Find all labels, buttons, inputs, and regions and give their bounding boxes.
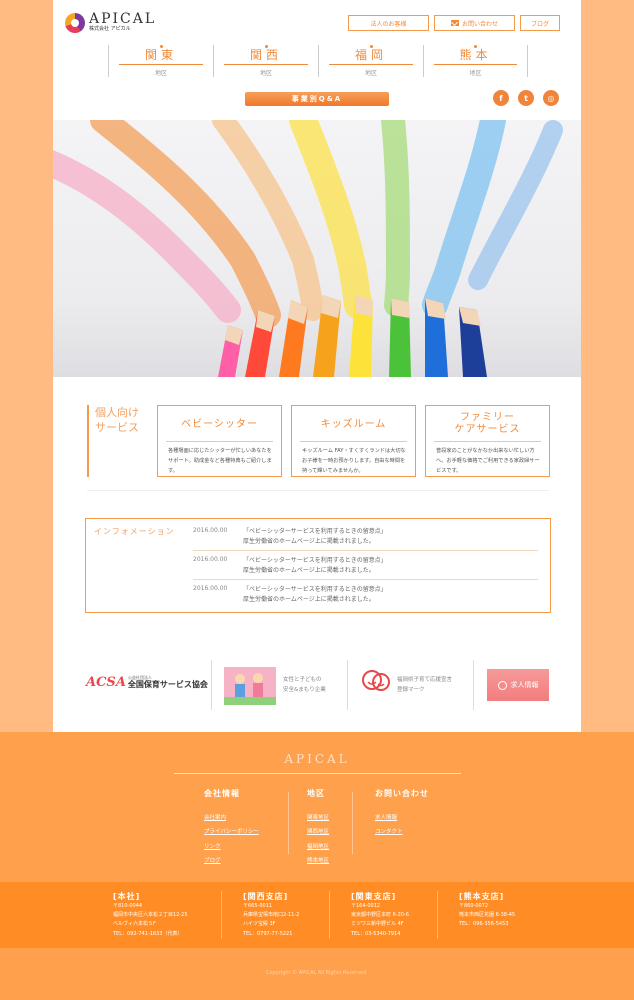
acsa-banner[interactable]: ACSA 公益社団法人 全国保育サービス協会 bbox=[86, 675, 208, 690]
info-item[interactable]: 2016.00.00 「ベビーシッターサービスを利用するときの留意点」 厚生労働… bbox=[193, 524, 538, 551]
fukuoka-smile-icon[interactable] bbox=[361, 667, 391, 697]
region-dot-icon bbox=[264, 45, 268, 48]
footer-link[interactable]: 関東地区 bbox=[307, 811, 329, 825]
service-card-kidsroom[interactable]: キッズルーム キッズルーム FAY・すくすくランドは大切なお子様を一時お預かりし… bbox=[291, 405, 416, 477]
main-page: APICAL 株式会社 アピカル 法人のお客様 お問い合わせ ブログ 関東 地区… bbox=[53, 0, 581, 732]
footer-link[interactable]: 関西地区 bbox=[307, 825, 329, 839]
footer-heading: 会社情報 bbox=[204, 789, 240, 798]
footer-link[interactable]: 福岡地区 bbox=[307, 840, 329, 854]
recruit-button[interactable]: 求人情報 bbox=[487, 669, 549, 701]
info-date: 2016.00.00 bbox=[193, 585, 228, 592]
service-description: キッズルーム FAY・すくすくランドは大切なお子様を一時お預かりします。自由な時… bbox=[302, 448, 406, 474]
info-date: 2016.00.00 bbox=[193, 527, 228, 534]
partner-banners: ACSA 公益社団法人 全国保育サービス協会 女性と子どもの 安全&まもり企業 福… bbox=[53, 655, 581, 715]
top-links: 法人のお客様 お問い合わせ ブログ bbox=[348, 15, 560, 31]
service-name: ベビーシッター bbox=[181, 419, 258, 430]
info-text: 「ベビーシッターサービスを利用するときの留意点」 厚生労働省のホームページ上に掲… bbox=[243, 586, 387, 603]
footer-link[interactable]: 会社案内 bbox=[204, 811, 259, 825]
footer-link[interactable]: リンク bbox=[204, 840, 259, 854]
service-name: キッズルーム bbox=[320, 419, 387, 430]
acsa-name: 全国保育サービス協会 bbox=[127, 680, 208, 689]
footer-link[interactable]: 求人情報 bbox=[375, 811, 429, 825]
corporate-link[interactable]: 法人のお客様 bbox=[348, 15, 429, 31]
region-dot-icon bbox=[474, 45, 477, 48]
footer-column-company: 会社情報 会社案内 プライバシーポリシー リンク ブログ bbox=[204, 788, 259, 868]
region-kansai[interactable]: 関西 地区 bbox=[213, 45, 318, 77]
kids-safety-image[interactable] bbox=[224, 667, 276, 705]
branch-head-office: [本社] 〒810-0044 福岡市中央区六本松２丁目12-25 ベルヴィ六本松… bbox=[113, 892, 188, 937]
footer-link[interactable]: コンタクト bbox=[375, 825, 429, 839]
info-text: 「ベビーシッターサービスを利用するときの留意点」 厚生労働省のホームページ上に掲… bbox=[243, 557, 387, 574]
mail-icon bbox=[450, 20, 459, 26]
pencil-illustration bbox=[53, 120, 563, 377]
footer-column-region: 地区 関東地区 関西地区 福岡地区 熊本地区 bbox=[307, 788, 329, 868]
information-box: インフォメーション 2016.00.00 「ベビーシッターサービスを利用するとき… bbox=[85, 518, 551, 613]
footer-logo: APICAL bbox=[284, 752, 350, 766]
qa-button[interactable]: 事業別Q&A bbox=[245, 92, 389, 106]
info-text: 「ベビーシッターサービスを利用するときの留意点」 厚生労働省のホームページ上に掲… bbox=[243, 528, 387, 545]
personal-services-title: 個人向け サービス bbox=[87, 405, 144, 477]
footer-heading: お問い合わせ bbox=[375, 789, 429, 798]
service-description: 普段家のことがなかなか出来ない忙しい方へ。お手軽な価格でご利用できる家政婦サービ… bbox=[436, 448, 540, 474]
person-icon bbox=[497, 680, 507, 690]
logo-mark-icon bbox=[65, 12, 85, 33]
branch-kanto: [関東支店] 〒164-0012 東京都中野区本町 6-20-6 ミツワ三新中野… bbox=[351, 892, 409, 937]
footer-column-contact: お問い合わせ 求人情報 コンタクト bbox=[375, 788, 429, 840]
footer-link[interactable]: プライバシーポリシー bbox=[204, 825, 259, 839]
instagram-icon[interactable]: ◎ bbox=[543, 90, 559, 106]
divider bbox=[87, 490, 549, 491]
service-card-babysitter[interactable]: ベビーシッター 各種場面に応じたシッターが忙しいあなたをサポート。助成金など各種… bbox=[157, 405, 282, 477]
social-links: f t ◎ bbox=[493, 90, 559, 106]
apical-logo[interactable]: APICAL 株式会社 アピカル bbox=[65, 12, 156, 33]
footer-link[interactable]: 熊本地区 bbox=[307, 854, 329, 868]
region-dot-icon bbox=[369, 45, 373, 48]
region-fukuoka[interactable]: 福岡 地区 bbox=[318, 45, 423, 77]
contact-link[interactable]: お問い合わせ bbox=[434, 15, 515, 31]
branch-offices: [本社] 〒810-0044 福岡市中央区六本松２丁目12-25 ベルヴィ六本松… bbox=[0, 882, 634, 948]
footer-heading: 地区 bbox=[307, 789, 325, 798]
facebook-icon[interactable]: f bbox=[493, 90, 509, 106]
logo-sub-text: 株式会社 アピカル bbox=[89, 26, 131, 32]
info-item[interactable]: 2016.00.00 「ベビーシッターサービスを利用するときの留意点」 厚生労働… bbox=[193, 582, 538, 609]
hero-pencils-image bbox=[53, 120, 581, 377]
fukuoka-text: 福岡県子育て応援宣言 登録マーク bbox=[397, 677, 453, 693]
service-card-familycare[interactable]: ファミリー ケアサービス 普段家のことがなかなか出来ない忙しい方へ。お手軽な価格… bbox=[425, 405, 550, 477]
copyright: Copyright © APICAL All Rights Reserved. bbox=[266, 970, 368, 976]
children-icon bbox=[224, 667, 276, 705]
blog-link[interactable]: ブログ bbox=[520, 15, 560, 31]
branch-kumamoto: [熊本支店] 〒860-0072 熊本市西区花園 6-38-45 TEL：096… bbox=[459, 892, 516, 928]
region-dot-icon bbox=[159, 45, 163, 48]
footer: APICAL 会社情報 会社案内 プライバシーポリシー リンク ブログ 地区 関… bbox=[0, 732, 634, 1000]
information-title: インフォメーション bbox=[94, 527, 175, 536]
footer-link[interactable]: ブログ bbox=[204, 854, 259, 868]
region-kanto[interactable]: 関東 地区 bbox=[108, 45, 213, 77]
twitter-icon[interactable]: t bbox=[518, 90, 534, 106]
service-description: 各種場面に応じたシッターが忙しいあなたをサポート。助成金など各種特典もご紹介しま… bbox=[168, 448, 272, 474]
service-name: ファミリー ケアサービス bbox=[454, 412, 521, 435]
info-date: 2016.00.00 bbox=[193, 556, 228, 563]
region-nav: 関東 地区 関西 地区 福岡 地区 熊本 地区 bbox=[108, 45, 528, 77]
acsa-logo: ACSA bbox=[86, 675, 126, 690]
info-item[interactable]: 2016.00.00 「ベビーシッターサービスを利用するときの留意点」 厚生労働… bbox=[193, 553, 538, 580]
kids-safety-text: 女性と子どもの 安全&まもり企業 bbox=[283, 677, 326, 693]
region-kumamoto[interactable]: 熊本 地区 bbox=[423, 45, 528, 77]
logo-main-text: APICAL bbox=[89, 11, 157, 27]
branch-kansai: [関西支店] 〒665-0011 兵庫県宝塚市南口2-11-2 ハイツ宝殿 3F… bbox=[243, 892, 300, 937]
